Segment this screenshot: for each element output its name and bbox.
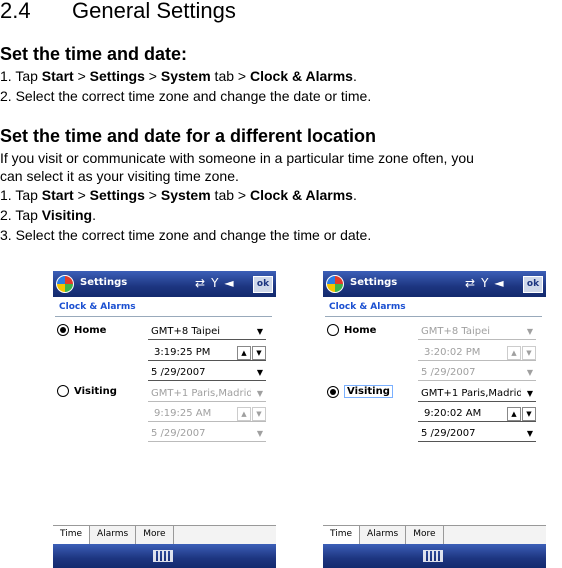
spin-down-icon: ▼ (252, 346, 266, 360)
chevron-down-icon: ▼ (256, 429, 263, 438)
step-1b: 1. Tap Start > Settings > System tab > C… (0, 187, 357, 203)
divider (55, 316, 272, 317)
windows-start-icon[interactable] (56, 275, 74, 293)
title-bar: Settings ⇄Y◄ ok (323, 271, 546, 297)
spin-up-icon: ▲ (237, 346, 251, 360)
section-heading: 2.4 General Settings (0, 0, 236, 24)
connectivity-icon: ⇄ (195, 276, 212, 290)
tab-time[interactable]: Time (323, 526, 361, 544)
spin-down-icon: ▼ (252, 407, 266, 421)
chevron-down-icon: ▼ (256, 389, 263, 398)
visiting-time-field[interactable]: 9:19:25 AM ▲ ▼ (148, 406, 266, 422)
intro-line-1: If you visit or communicate with someone… (0, 150, 474, 166)
window-title: Settings (80, 277, 128, 288)
ok-button[interactable]: ok (523, 276, 543, 293)
window-title: Settings (350, 277, 398, 288)
page-subtitle: Clock & Alarms (59, 302, 136, 312)
visiting-time-field[interactable]: 9:20:02 AM ▲ ▼ (418, 406, 536, 422)
visiting-radio-row[interactable]: Visiting (57, 385, 117, 397)
status-icons[interactable]: ⇄Y◄ (465, 276, 510, 290)
chevron-down-icon: ▼ (526, 368, 533, 377)
tab-alarms[interactable]: Alarms (90, 526, 137, 544)
time-spinner[interactable]: ▲ ▼ (506, 407, 536, 421)
intro-line-2: can select it as your visiting time zone… (0, 168, 239, 184)
windows-start-icon[interactable] (326, 275, 344, 293)
subheading-time-date: Set the time and date: (0, 44, 188, 64)
tab-bar: Time Alarms More (53, 525, 276, 544)
visiting-radio[interactable] (327, 385, 339, 398)
chevron-down-icon: ▼ (526, 389, 533, 398)
ok-button[interactable]: ok (253, 276, 273, 293)
home-date-select[interactable]: 5 /29/2007 ▼ (148, 365, 266, 381)
section-title: General Settings (72, 0, 236, 23)
home-label: Home (74, 324, 107, 336)
home-date-select[interactable]: 5 /29/2007 ▼ (418, 365, 536, 381)
visiting-timezone-select[interactable]: GMT+1 Paris,Madrid ▼ (418, 386, 536, 402)
page-subtitle: Clock & Alarms (329, 302, 406, 312)
spin-up-icon: ▲ (507, 407, 521, 421)
spin-down-icon: ▼ (522, 407, 536, 421)
home-radio[interactable] (327, 324, 339, 336)
chevron-down-icon: ▼ (526, 429, 533, 438)
visiting-radio-row[interactable]: Visiting (327, 385, 393, 398)
title-bar: Settings ⇄Y◄ ok (53, 271, 276, 297)
time-spinner[interactable]: ▲ ▼ (236, 346, 266, 360)
tab-more[interactable]: More (406, 526, 444, 544)
step-1: 1. Tap Start > Settings > System tab > C… (0, 68, 357, 84)
status-icons[interactable]: ⇄Y◄ (195, 276, 240, 290)
speaker-icon: ◄ (494, 276, 510, 290)
signal-icon: Y (481, 276, 495, 290)
time-spinner[interactable]: ▲ ▼ (236, 407, 266, 421)
menu-bar (53, 544, 276, 568)
screenshot-home: Settings ⇄Y◄ ok Clock & Alarms Home GMT+… (53, 271, 276, 568)
time-spinner[interactable]: ▲ ▼ (506, 346, 536, 360)
visiting-label: Visiting (344, 385, 393, 398)
tab-bar: Time Alarms More (323, 525, 546, 544)
home-time-field[interactable]: 3:20:02 PM ▲ ▼ (418, 345, 536, 361)
visiting-timezone-select[interactable]: GMT+1 Paris,Madrid ▼ (148, 386, 266, 402)
signal-icon: Y (211, 276, 225, 290)
spin-down-icon: ▼ (522, 346, 536, 360)
home-timezone-select[interactable]: GMT+8 Taipei ▼ (418, 324, 536, 340)
step-2b: 2. Tap Visiting. (0, 207, 96, 223)
home-time-field[interactable]: 3:19:25 PM ▲ ▼ (148, 345, 266, 361)
home-timezone-select[interactable]: GMT+8 Taipei ▼ (148, 324, 266, 340)
tab-more[interactable]: More (136, 526, 174, 544)
spin-up-icon: ▲ (237, 407, 251, 421)
subheading-different-location: Set the time and date for a different lo… (0, 126, 377, 146)
visiting-date-select[interactable]: 5 /29/2007 ▼ (148, 426, 266, 442)
home-radio-row[interactable]: Home (57, 324, 106, 336)
visiting-label: Visiting (74, 385, 117, 397)
step-2: 2. Select the correct time zone and chan… (0, 88, 372, 104)
menu-bar (323, 544, 546, 568)
divider (325, 316, 542, 317)
screenshot-visiting: Settings ⇄Y◄ ok Clock & Alarms Home GMT+… (323, 271, 546, 568)
chevron-down-icon: ▼ (256, 327, 263, 336)
home-radio-row[interactable]: Home (327, 324, 376, 336)
tab-alarms[interactable]: Alarms (360, 526, 407, 544)
visiting-date-select[interactable]: 5 /29/2007 ▼ (418, 426, 536, 442)
visiting-radio[interactable] (57, 385, 69, 397)
section-number: 2.4 (0, 0, 31, 23)
chevron-down-icon: ▼ (256, 368, 263, 377)
connectivity-icon: ⇄ (465, 276, 482, 290)
speaker-icon: ◄ (224, 276, 240, 290)
chevron-down-icon: ▼ (526, 327, 533, 336)
keyboard-icon[interactable] (153, 550, 173, 562)
home-label: Home (344, 324, 377, 336)
step-3b: 3. Select the correct time zone and chan… (0, 227, 372, 243)
keyboard-icon[interactable] (423, 550, 443, 562)
tab-time[interactable]: Time (53, 526, 91, 544)
home-radio[interactable] (57, 324, 69, 336)
spin-up-icon: ▲ (507, 346, 521, 360)
